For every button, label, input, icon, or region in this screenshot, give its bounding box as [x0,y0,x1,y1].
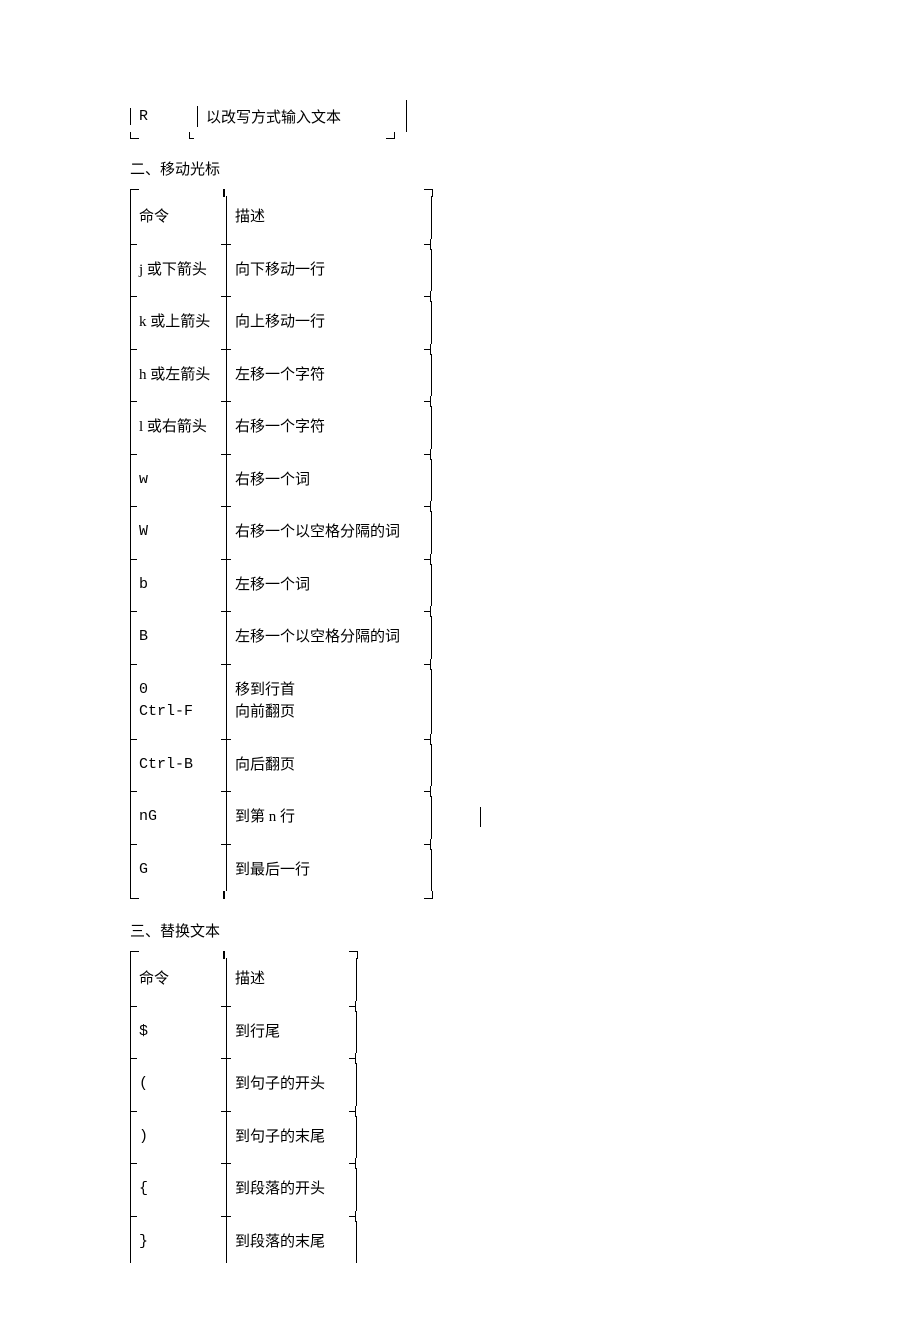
section-title-2: 二、移动光标 [130,158,790,179]
table-row: } 到段落的末尾 [130,1221,358,1264]
table-row: 0 Ctrl-F 移到行首 向前翻页 [130,669,433,734]
desc-cell: 右移一个词 [226,459,431,502]
cmd-cell: { [130,1168,226,1211]
header-cmd: 命令 [130,196,226,239]
desc-cell: 到句子的开头 [226,1063,356,1106]
desc-cell: 到句子的末尾 [226,1116,356,1159]
desc-cell: 向下移动一行 [226,249,431,292]
desc-cell: 左移一个字符 [226,354,431,397]
section-title-3: 三、替换文本 [130,920,790,941]
table-row: k 或上箭头 向上移动一行 [130,301,433,344]
table-row: R 以改写方式输入文本 [130,100,790,132]
desc-cell: 到行尾 [226,1011,356,1054]
cmd-cell: nG [130,796,226,839]
table-row: b 左移一个词 [130,564,433,607]
cmd-cell: B [130,616,226,659]
desc-cell: 右移一个字符 [226,406,431,449]
table-row: l 或右箭头 右移一个字符 [130,406,433,449]
header-desc: 描述 [226,196,431,239]
desc-cell: 左移一个以空格分隔的词 [226,616,431,659]
desc-cell: 向上移动一行 [226,301,431,344]
desc-cell: 移到行首 向前翻页 [226,669,431,734]
table-row: w 右移一个词 [130,459,433,502]
cmd-cell: ( [130,1063,226,1106]
cmd-cell: Ctrl-B [130,744,226,787]
table-row: h 或左箭头 左移一个字符 [130,354,433,397]
table-cursor-move: 命令 描述 j 或下箭头 向下移动一行 k 或上箭头 向上移动一行 h 或左箭头… [130,189,433,898]
cmd-cell: h 或左箭头 [130,354,226,397]
fragment-table-end: R 以改写方式输入文本 [130,100,790,140]
cmd-cell: R [130,108,197,125]
cmd-cell: 0 Ctrl-F [130,669,226,734]
table-row: ( 到句子的开头 [130,1063,358,1106]
cmd-cell: G [130,849,226,892]
table-header-row: 命令 描述 [130,958,358,1001]
cmd-cell: } [130,1221,226,1264]
table-row: $ 到行尾 [130,1011,358,1054]
table-header-row: 命令 描述 [130,196,433,239]
table-row: nG 到第 n 行 [130,796,433,839]
cmd-cell: l 或右箭头 [130,406,226,449]
desc-cell: 到段落的开头 [226,1168,356,1211]
table-replace-text: 命令 描述 $ 到行尾 ( 到句子的开头 ) 到句子的末尾 { 到段落的开头 }… [130,951,358,1263]
cmd-cell: j 或下箭头 [130,249,226,292]
table-row: ) 到句子的末尾 [130,1116,358,1159]
cmd-cell: ) [130,1116,226,1159]
desc-cell: 到最后一行 [226,849,431,892]
desc-cell: 向后翻页 [226,744,431,787]
header-desc: 描述 [226,958,356,1001]
desc-cell: 左移一个词 [226,564,431,607]
desc-cell: 到段落的末尾 [226,1221,356,1264]
table-row: G 到最后一行 [130,849,433,892]
cmd-cell: w [130,459,226,502]
desc-cell: 右移一个以空格分隔的词 [226,511,431,554]
cmd-cell: k 或上箭头 [130,301,226,344]
table-row: W 右移一个以空格分隔的词 [130,511,433,554]
table-row: Ctrl-B 向后翻页 [130,744,433,787]
cmd-cell: W [130,511,226,554]
table-row: { 到段落的开头 [130,1168,358,1211]
cmd-cell: $ [130,1011,226,1054]
cmd-cell: b [130,564,226,607]
table-row: j 或下箭头 向下移动一行 [130,249,433,292]
desc-cell: 以改写方式输入文本 [197,106,406,127]
header-cmd: 命令 [130,958,226,1001]
desc-cell: 到第 n 行 [226,796,431,839]
table-row: B 左移一个以空格分隔的词 [130,616,433,659]
